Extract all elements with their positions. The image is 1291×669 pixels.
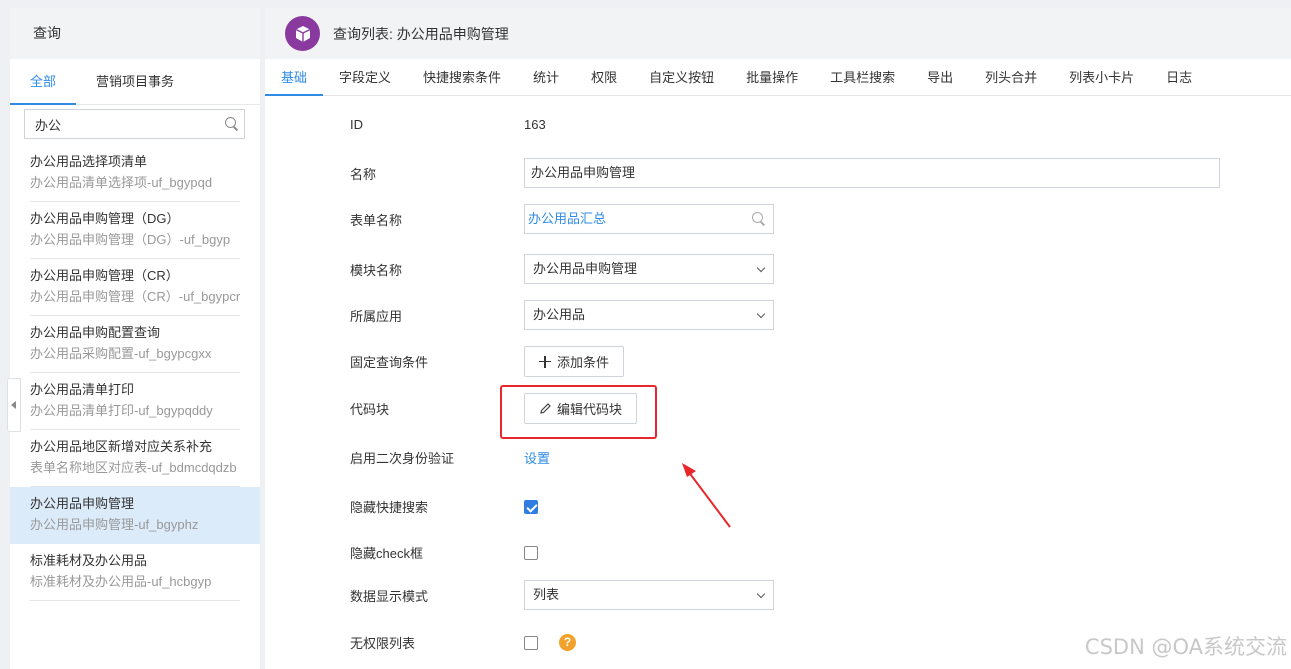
form-name-lookup[interactable]: 办公用品汇总 [524, 204, 774, 234]
row-app: 所属应用 办公用品 [350, 300, 774, 330]
app-select[interactable]: 办公用品 [524, 300, 774, 330]
page-title: 查询列表: 办公用品申购管理 [333, 25, 509, 42]
list-item[interactable]: 办公用品申购配置查询 办公用品采购配置-uf_bgypcgxx [10, 316, 260, 373]
row-hide-quick-search: 隐藏快捷搜索 [350, 497, 538, 516]
chevron-down-icon [756, 589, 766, 599]
add-condition-button[interactable]: 添加条件 [524, 346, 625, 377]
highlight-box [500, 385, 657, 439]
collapse-left-icon [11, 401, 16, 409]
tab-batch-operations[interactable]: 批量操作 [730, 59, 814, 95]
cube-icon [285, 16, 320, 51]
tab-export[interactable]: 导出 [911, 59, 969, 95]
query-sidebar: 查询 全部 营销项目事务 办公 办公用品选择项清单 办公用品清单选择项-uf_b… [10, 8, 260, 669]
tab-quick-search[interactable]: 快捷搜索条件 [407, 59, 517, 95]
list-item[interactable]: 办公用品选择项清单 办公用品清单选择项-uf_bgypqd [10, 145, 260, 202]
tab-log[interactable]: 日志 [1150, 59, 1208, 95]
tab-custom-buttons[interactable]: 自定义按钮 [633, 59, 730, 95]
tab-header-merge[interactable]: 列头合并 [969, 59, 1053, 95]
tab-field-definition[interactable]: 字段定义 [323, 59, 407, 95]
sidebar-search-input[interactable]: 办公 [24, 109, 245, 139]
sidebar-tab-all[interactable]: 全部 [10, 59, 77, 105]
query-list: 办公用品选择项清单 办公用品清单选择项-uf_bgypqd 办公用品申购管理（D… [10, 145, 260, 601]
display-mode-select[interactable]: 列表 [524, 580, 774, 610]
hide-quick-search-checkbox[interactable] [524, 499, 538, 514]
sidebar-tab-marketing[interactable]: 营销项目事务 [76, 59, 194, 104]
list-item[interactable]: 办公用品申购管理（DG） 办公用品申购管理（DG）-uf_bgyp [10, 202, 260, 259]
row-no-permission-list: 无权限列表 ? [350, 633, 576, 652]
plus-icon [539, 355, 551, 368]
sidebar-collapse-handle[interactable] [7, 378, 21, 432]
row-hide-check: 隐藏check框 [350, 543, 538, 562]
watermark: CSDN @OA系统交流 [1084, 635, 1287, 659]
id-value: 163 [524, 117, 546, 132]
row-id: ID 163 [350, 117, 546, 132]
annotation-arrow [682, 463, 731, 528]
search-icon[interactable] [224, 116, 240, 132]
row-module: 模块名称 办公用品申购管理 [350, 254, 774, 284]
list-item-selected[interactable]: 办公用品申购管理 办公用品申购管理-uf_bgyphz [10, 487, 260, 544]
row-name: 名称 办公用品申购管理 [350, 158, 1220, 188]
row-display-mode: 数据显示模式 列表 [350, 580, 774, 610]
help-icon[interactable]: ? [559, 634, 576, 651]
tab-basic[interactable]: 基础 [265, 59, 324, 96]
list-item[interactable]: 标准耗材及办公用品 标准耗材及办公用品-uf_hcbgyp [10, 544, 260, 601]
module-select[interactable]: 办公用品申购管理 [524, 254, 774, 284]
sidebar-header: 查询 [10, 8, 260, 59]
list-item[interactable]: 办公用品申购管理（CR） 办公用品申购管理（CR）-uf_bgypcr [10, 259, 260, 316]
chevron-down-icon [756, 309, 766, 319]
hide-check-checkbox[interactable] [524, 545, 538, 560]
name-input[interactable]: 办公用品申购管理 [524, 158, 1220, 188]
list-item[interactable]: 办公用品地区新增对应关系补充 表单名称地区对应表-uf_bdmcdqdzb [10, 430, 260, 487]
sidebar-search-value: 办公 [35, 117, 62, 133]
config-tabs: 基础 字段定义 快捷搜索条件 统计 权限 自定义按钮 批量操作 工具栏搜索 导出… [265, 59, 1291, 96]
search-icon[interactable] [751, 211, 767, 227]
no-permission-list-checkbox[interactable] [524, 635, 538, 650]
list-item[interactable]: 办公用品清单打印 办公用品清单打印-uf_bgypqddy [10, 373, 260, 430]
tab-list-card[interactable]: 列表小卡片 [1053, 59, 1150, 95]
sidebar-tabs: 全部 营销项目事务 [10, 59, 260, 105]
main-header: 查询列表: 办公用品申购管理 [265, 8, 1291, 59]
tab-statistics[interactable]: 统计 [517, 59, 575, 95]
row-form-name: 表单名称 办公用品汇总 [350, 204, 774, 234]
tab-toolbar-search[interactable]: 工具栏搜索 [814, 59, 911, 95]
row-fixed-condition: 固定查询条件 添加条件 [350, 346, 625, 377]
chevron-down-icon [756, 263, 766, 273]
tab-permissions[interactable]: 权限 [575, 59, 633, 95]
main-panel: 查询列表: 办公用品申购管理 基础 字段定义 快捷搜索条件 统计 权限 自定义按… [265, 8, 1291, 669]
second-auth-settings-link[interactable]: 设置 [524, 448, 550, 467]
row-second-auth: 启用二次身份验证 设置 [350, 448, 550, 467]
